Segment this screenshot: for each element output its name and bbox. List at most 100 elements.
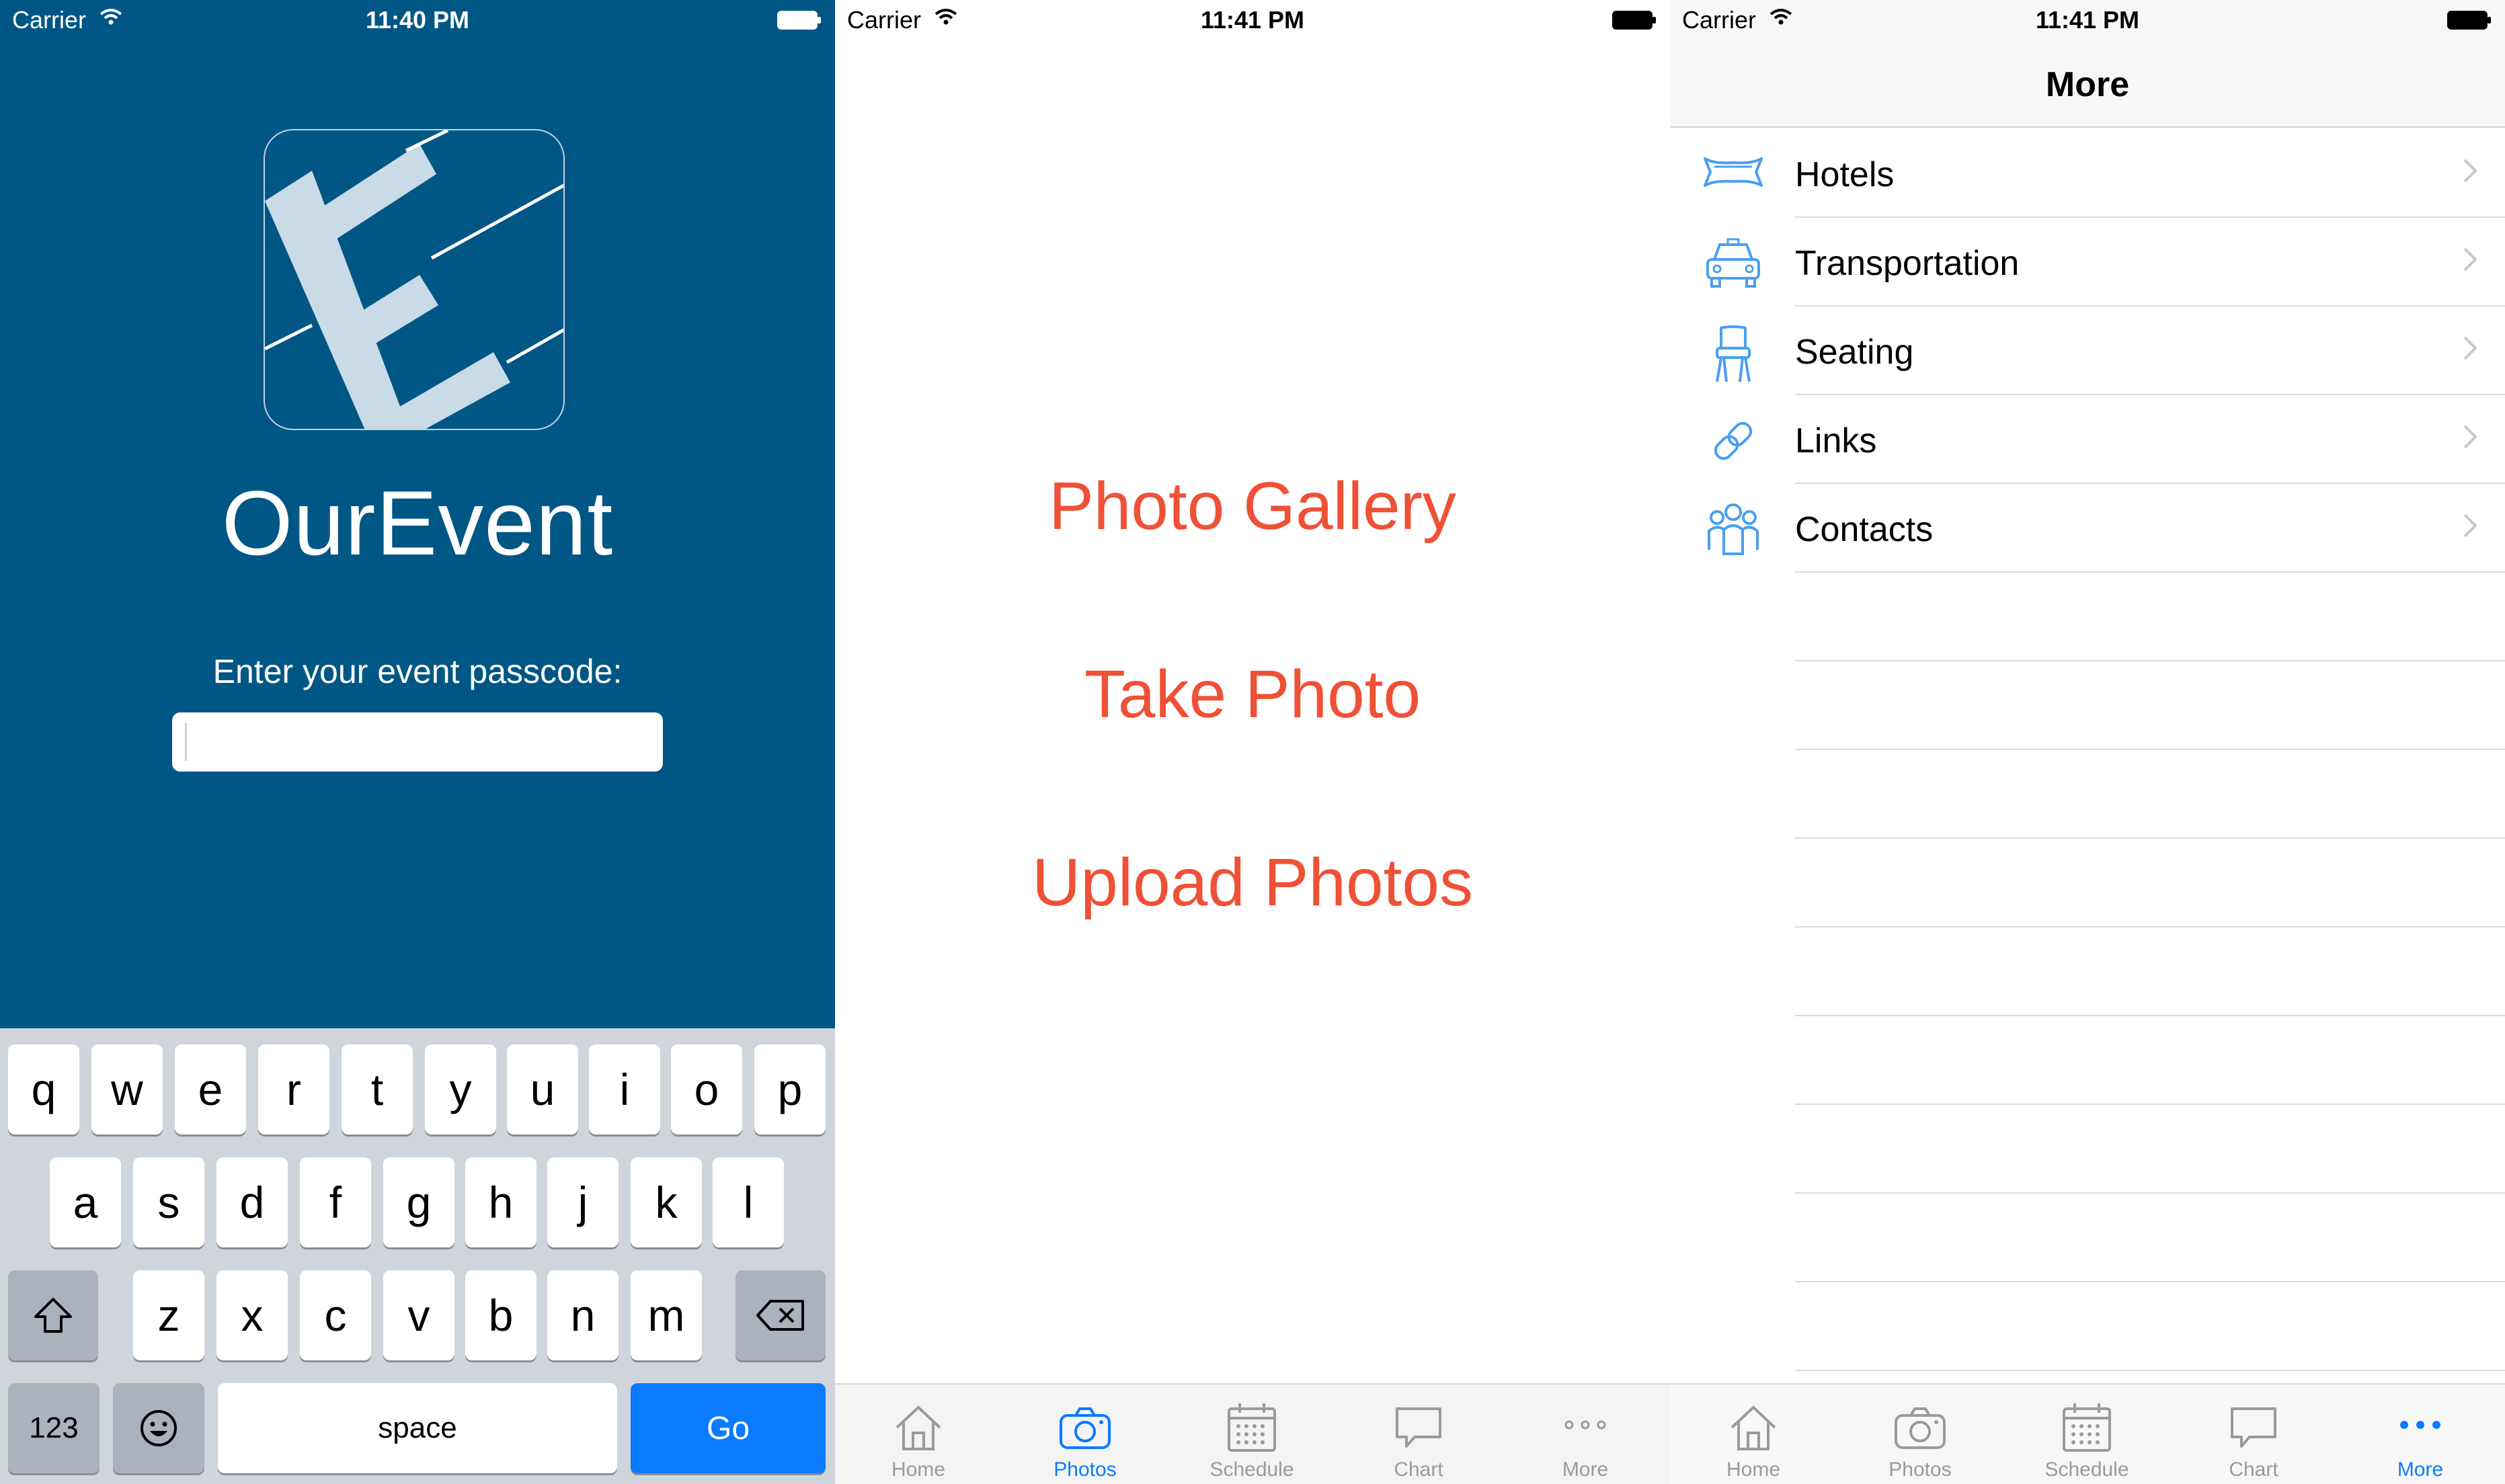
row-separator	[1795, 660, 2505, 661]
take-photo-link[interactable]: Take Photo	[835, 656, 1670, 733]
home-icon	[896, 1405, 941, 1450]
numbers-key[interactable]: 123	[8, 1383, 100, 1473]
key-y[interactable]: y	[425, 1044, 496, 1135]
upload-photos-link[interactable]: Upload Photos	[835, 844, 1670, 921]
row-separator	[1795, 1015, 2505, 1016]
chat-icon	[2231, 1407, 2276, 1448]
list-item-label: Links	[1795, 421, 1877, 460]
photos-screen: Carrier 11:41 PM Photo Gallery Take Phot…	[835, 0, 1670, 1484]
shift-key[interactable]	[8, 1270, 98, 1360]
more-screen: Carrier 11:41 PM More Hotels Transportat…	[1670, 0, 2505, 1484]
list-item-hotels[interactable]: Hotels	[1670, 129, 2505, 218]
row-separator	[1795, 1192, 2505, 1194]
key-h[interactable]: h	[465, 1157, 536, 1247]
key-d[interactable]: d	[216, 1157, 288, 1247]
key-n[interactable]: n	[547, 1270, 619, 1360]
battery-icon	[1612, 11, 1656, 30]
list-item-label: Hotels	[1795, 155, 1895, 194]
key-s[interactable]: s	[133, 1157, 204, 1247]
tab-chart[interactable]: Chart	[2170, 1385, 2337, 1484]
tab-label: Photos	[1888, 1458, 1952, 1481]
people-icon	[1708, 503, 1759, 555]
key-z[interactable]: z	[133, 1270, 204, 1360]
status-time: 11:41 PM	[1200, 6, 1305, 34]
key-p[interactable]: p	[754, 1044, 826, 1135]
tab-home[interactable]: Home	[1670, 1385, 1837, 1484]
bed-icon	[1704, 157, 1763, 187]
row-separator	[1795, 1370, 2505, 1371]
calendar-icon	[1228, 1403, 1276, 1452]
key-l[interactable]: l	[713, 1157, 784, 1247]
key-k[interactable]: k	[631, 1157, 702, 1247]
tab-label: More	[2397, 1458, 2444, 1481]
key-q[interactable]: q	[8, 1044, 79, 1135]
key-x[interactable]: x	[216, 1270, 288, 1360]
tab-label: Schedule	[2044, 1458, 2129, 1481]
tab-label: Photos	[1053, 1458, 1117, 1481]
key-t[interactable]: t	[342, 1044, 413, 1135]
photo-gallery-link[interactable]: Photo Gallery	[835, 468, 1670, 545]
emoji-key[interactable]	[113, 1383, 204, 1473]
key-a[interactable]: a	[50, 1157, 121, 1247]
tab-schedule[interactable]: Schedule	[2003, 1385, 2170, 1484]
list-item-contacts[interactable]: Contacts	[1670, 484, 2505, 573]
tab-photos[interactable]: Photos	[1002, 1385, 1168, 1484]
row-separator	[1795, 837, 2505, 839]
tab-more[interactable]: More	[2337, 1385, 2504, 1484]
key-b[interactable]: b	[465, 1270, 536, 1360]
row-separator	[1795, 571, 2505, 573]
chat-icon	[1396, 1407, 1441, 1448]
list-item-label: Transportation	[1795, 244, 2020, 283]
status-bar: Carrier 11:41 PM	[835, 0, 1670, 40]
key-m[interactable]: m	[631, 1270, 702, 1360]
key-r[interactable]: r	[258, 1044, 329, 1135]
key-j[interactable]: j	[547, 1157, 619, 1247]
tab-label: Schedule	[1209, 1458, 1294, 1481]
list-item-seating[interactable]: Seating	[1670, 306, 2505, 395]
space-key[interactable]: space	[218, 1383, 617, 1473]
status-bar: Carrier 11:41 PM	[1670, 0, 2505, 40]
list-item-label: Contacts	[1795, 510, 1934, 549]
key-g[interactable]: g	[383, 1157, 454, 1247]
key-w[interactable]: w	[91, 1044, 163, 1135]
camera-icon	[1060, 1407, 1111, 1449]
key-e[interactable]: e	[175, 1044, 246, 1135]
tab-label: Home	[891, 1458, 946, 1481]
key-u[interactable]: u	[507, 1044, 578, 1135]
login-screen: Carrier 11:40 PM OurEvent Enter your eve…	[0, 0, 835, 1484]
key-o[interactable]: o	[671, 1044, 742, 1135]
backspace-key[interactable]	[735, 1270, 826, 1360]
tab-photos[interactable]: Photos	[1837, 1385, 2003, 1484]
tab-more[interactable]: More	[1502, 1385, 1669, 1484]
passcode-label: Enter your event passcode:	[212, 653, 623, 690]
keyboard: q w e r t y u i o p a s d f g h j k l z …	[0, 1028, 835, 1484]
tab-bar: Home Photos Schedule Chart More	[835, 1383, 1670, 1484]
text-cursor	[185, 723, 187, 761]
key-c[interactable]: c	[300, 1270, 371, 1360]
link-icon	[1714, 421, 1753, 460]
tab-label: Chart	[2229, 1458, 2278, 1481]
row-separator	[1795, 1104, 2505, 1105]
chevron-right-icon	[2463, 336, 2477, 360]
row-separator	[1795, 1281, 2505, 1282]
tab-label: More	[1562, 1458, 1609, 1481]
tab-chart[interactable]: Chart	[1335, 1385, 1502, 1484]
list-item-transportation[interactable]: Transportation	[1670, 218, 2505, 306]
tab-label: Home	[1726, 1458, 1781, 1481]
status-time: 11:40 PM	[365, 6, 470, 34]
list-item-links[interactable]: Links	[1670, 395, 2505, 484]
chair-icon	[1716, 325, 1751, 382]
tab-schedule[interactable]: Schedule	[1168, 1385, 1335, 1484]
key-i[interactable]: i	[589, 1044, 660, 1135]
tab-label: Chart	[1394, 1458, 1443, 1481]
tab-home[interactable]: Home	[835, 1385, 1002, 1484]
calendar-icon	[2063, 1403, 2111, 1452]
go-key[interactable]: Go	[631, 1383, 826, 1473]
key-f[interactable]: f	[300, 1157, 371, 1247]
status-time: 11:41 PM	[2035, 6, 2140, 34]
battery-icon	[777, 11, 821, 30]
backspace-icon	[756, 1300, 804, 1331]
key-v[interactable]: v	[383, 1270, 454, 1360]
passcode-input[interactable]	[172, 712, 663, 772]
app-logo	[264, 129, 565, 430]
